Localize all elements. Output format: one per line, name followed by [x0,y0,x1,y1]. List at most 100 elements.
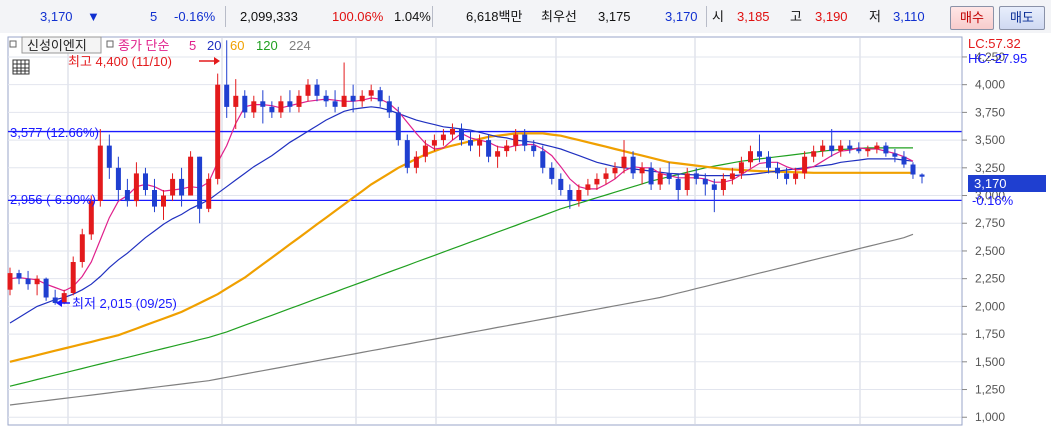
candle-body [34,278,40,285]
grid-table-icon[interactable] [12,59,30,75]
price-change: 5 [150,9,158,24]
candle-body [97,145,103,201]
candle-body [242,95,248,113]
candle-body [368,90,374,96]
candle-body [52,297,58,303]
candle-body [16,273,22,279]
candle-body [386,101,392,113]
quote-bar: 3,170 ▼ 5 -0.16% 2,099,333 100.06% 1.04%… [0,0,1051,34]
high-label: 고 [790,9,802,24]
candle-body [413,156,419,168]
candle-body [666,173,672,179]
candle-body [332,101,338,107]
candle-body [468,140,473,146]
candle-body [757,151,762,157]
candle-body [702,178,708,185]
ma-label: 종가 단순 [118,38,169,53]
candle-body [612,167,618,174]
stock-name[interactable]: 신성이엔지 [27,38,87,53]
change-down-icon: ▼ [87,9,100,24]
candle-body [874,145,880,149]
candle-body [70,262,76,293]
candle-body [549,167,555,179]
high-price: 3,190 [815,9,848,24]
candle-body [422,145,428,157]
candle-body [901,156,907,165]
trade-amount: 6,618백만 [466,9,523,24]
candle-body [269,106,275,113]
divider [706,6,707,27]
candle-body [504,145,510,152]
candle-body [648,167,654,185]
candle-body [847,145,853,149]
chart-svg: 4,2504,0003,7503,5003,2503,0002,7502,500… [0,33,1051,428]
low-label: 저 [869,9,881,24]
y-tick-label: 2,500 [975,244,1005,258]
candle-body [684,173,690,190]
legend-box-icon[interactable] [9,40,17,48]
y-tick-label: 3,250 [975,161,1005,175]
candle-body [630,156,636,174]
candle-body [748,151,753,163]
candle-body [486,140,492,157]
candle-body [495,151,501,157]
ma5-legend: 5 [189,38,196,53]
candle-body [323,95,329,102]
y-tick-label: 1,250 [975,383,1005,397]
candle-body [766,156,771,168]
candle-body [359,95,365,102]
buy-button[interactable]: 매수 [950,6,994,30]
candle-body [404,140,410,168]
candle-body [558,178,564,190]
divider [225,6,226,27]
hc-value: HC:-27.95 [968,51,1027,66]
high-annotation: 최고 4,400 (11/10) [68,54,172,69]
candle-body [25,278,31,285]
candle-body [260,101,266,107]
candle-body [477,140,483,146]
ma60-legend: 60 [230,38,244,53]
candle-body [585,184,591,190]
candle-body [738,162,744,174]
candle-body [459,129,464,141]
price-change-pct: -0.16% [174,9,216,24]
candle-body [802,156,808,174]
candle-body [61,293,67,304]
candle-body [152,190,157,207]
candle-body [143,173,148,190]
candle-body [431,140,437,146]
y-tick-label: 1,500 [975,355,1005,369]
candle-body [197,156,203,209]
candle-body [296,95,302,107]
candle-body [287,101,293,107]
candle-body [838,145,844,152]
current-pct-tag: -0.16% [972,193,1014,208]
candle-body [729,173,735,179]
candle-body [124,190,130,202]
candle-body [314,84,320,96]
best-quote-label: 최우선 [541,9,577,24]
lc-value: LC:57.32 [968,36,1021,51]
candle-body [594,178,600,185]
candle-body [251,101,257,113]
candle-body [892,153,898,157]
candle-body [919,174,925,177]
candle-body [79,234,85,262]
candle-body [161,195,166,207]
y-tick-label: 4,000 [975,78,1005,92]
candle-body [829,145,835,152]
candle-body [215,84,221,179]
candle-body [567,190,573,202]
volume-ratio: 100.06% [332,9,384,24]
ma-box-icon[interactable] [106,40,114,48]
candle-body [531,145,537,152]
candle-body [910,164,916,175]
price-chart[interactable]: 4,250 4,000 3,750 3,500 3,250 3,000 2,750 2,500… [0,33,1051,428]
low-annotation: 최저 2,015 (09/25) [72,296,177,311]
low-price: 3,110 [893,9,925,24]
candle-body [233,95,239,107]
ma120-legend: 120 [256,38,278,53]
candle-body [170,178,176,196]
candle-body [188,156,194,196]
sell-button[interactable]: 매도 [999,6,1045,30]
